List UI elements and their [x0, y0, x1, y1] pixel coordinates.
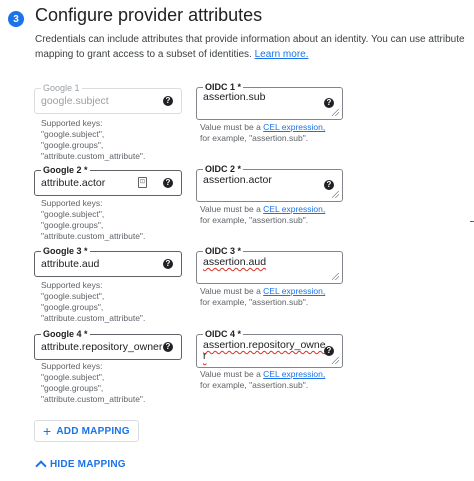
help-icon[interactable]: ?: [324, 180, 334, 190]
google-2-field[interactable]: Google 2 * attribute.actor ⊡ ?: [34, 164, 182, 196]
resize-handle[interactable]: [332, 109, 339, 116]
oidc-4-help: Value must be a CEL expression, for exam…: [200, 369, 360, 391]
oidc-1-help: Value must be a CEL expression, for exam…: [200, 122, 360, 144]
step-number-badge: 3: [8, 11, 24, 27]
key-google-groups: "google.groups",: [41, 383, 104, 393]
oidc-3-field[interactable]: OIDC 3 * assertion.aud: [196, 245, 343, 284]
value-example: for example, "assertion.sub".: [200, 133, 309, 143]
key-custom-attribute: "attribute.custom_attribute".: [41, 394, 146, 404]
resize-handle[interactable]: [332, 191, 339, 198]
supported-keys-label: Supported keys:: [41, 198, 103, 208]
oidc-4-value-line1: assertion.repository_owne: [203, 339, 326, 351]
help-icon[interactable]: ?: [324, 98, 334, 108]
key-google-subject: "google.subject",: [41, 209, 105, 219]
google-4-field[interactable]: Google 4 * attribute.repository_owner ?: [34, 328, 182, 360]
add-mapping-label: ADD MAPPING: [56, 425, 130, 437]
hide-mapping-label: HIDE MAPPING: [50, 458, 126, 470]
google-3-label: Google 3 *: [41, 245, 90, 257]
oidc-4-field[interactable]: OIDC 4 * assertion.repository_owne r ?: [196, 328, 343, 368]
resize-handle[interactable]: [332, 273, 339, 280]
value-example: for example, "assertion.sub".: [200, 380, 309, 390]
google-3-help: Supported keys: "google.subject", "googl…: [41, 280, 181, 324]
oidc-3-help: Value must be a CEL expression, for exam…: [200, 286, 360, 308]
resize-handle[interactable]: [332, 357, 339, 364]
google-4-label: Google 4 *: [41, 328, 90, 340]
supported-keys-label: Supported keys:: [41, 361, 103, 371]
value-prefix: Value must be a: [200, 369, 261, 379]
help-icon[interactable]: ?: [163, 342, 173, 352]
value-example: for example, "assertion.sub".: [200, 215, 309, 225]
key-google-subject: "google.subject",: [41, 372, 105, 382]
google-1-help: Supported keys: "google.subject", "googl…: [41, 118, 181, 162]
supported-keys-label: Supported keys:: [41, 118, 103, 128]
key-icon: ⊡: [138, 177, 147, 188]
google-4-value: attribute.repository_owner: [41, 341, 163, 353]
google-3-field[interactable]: Google 3 * attribute.aud ?: [34, 245, 182, 277]
plus-icon: +: [43, 423, 52, 439]
oidc-4-value-line2: r: [203, 350, 207, 362]
description-text: Credentials can include attributes that …: [35, 34, 465, 60]
cel-expression-link[interactable]: CEL expression,: [263, 369, 325, 379]
learn-more-link[interactable]: Learn more.: [255, 49, 309, 60]
chevron-up-icon: [35, 460, 47, 472]
value-prefix: Value must be a: [200, 204, 261, 214]
key-custom-attribute: "attribute.custom_attribute".: [41, 151, 146, 161]
cel-expression-link[interactable]: CEL expression,: [263, 122, 325, 132]
value-example: for example, "assertion.sub".: [200, 297, 309, 307]
help-icon[interactable]: ?: [163, 178, 173, 188]
google-2-value: attribute.actor: [41, 177, 106, 189]
value-prefix: Value must be a: [200, 286, 261, 296]
google-2-label: Google 2 *: [41, 164, 90, 176]
cel-expression-link[interactable]: CEL expression,: [263, 204, 325, 214]
google-2-help: Supported keys: "google.subject", "googl…: [41, 198, 181, 242]
cel-expression-link[interactable]: CEL expression,: [263, 286, 325, 296]
help-icon[interactable]: ?: [324, 346, 334, 356]
add-mapping-button[interactable]: + ADD MAPPING: [34, 420, 139, 442]
google-1-field[interactable]: Google 1 google.subject ?: [34, 82, 182, 114]
key-google-subject: "google.subject",: [41, 129, 105, 139]
oidc-2-value: assertion.actor: [203, 174, 272, 186]
oidc-1-value: assertion.sub: [203, 91, 266, 103]
key-google-subject: "google.subject",: [41, 291, 105, 301]
key-google-groups: "google.groups",: [41, 220, 104, 230]
oidc-1-field[interactable]: OIDC 1 * assertion.sub ?: [196, 81, 343, 120]
section-title: Configure provider attributes: [35, 5, 263, 25]
key-custom-attribute: "attribute.custom_attribute".: [41, 313, 146, 323]
key-google-groups: "google.groups",: [41, 140, 104, 150]
help-icon[interactable]: ?: [163, 259, 173, 269]
google-4-help: Supported keys: "google.subject", "googl…: [41, 361, 181, 405]
google-3-value: attribute.aud: [41, 258, 100, 270]
oidc-3-value: assertion.aud: [203, 256, 267, 268]
google-1-label: Google 1: [41, 82, 82, 94]
help-icon[interactable]: ?: [163, 96, 173, 106]
key-custom-attribute: "attribute.custom_attribute".: [41, 231, 146, 241]
section-description: Credentials can include attributes that …: [35, 32, 465, 62]
oidc-2-field[interactable]: OIDC 2 * assertion.actor ?: [196, 163, 343, 202]
google-1-value: google.subject: [41, 95, 109, 107]
supported-keys-label: Supported keys:: [41, 280, 103, 290]
value-prefix: Value must be a: [200, 122, 261, 132]
key-google-groups: "google.groups",: [41, 302, 104, 312]
oidc-2-help: Value must be a CEL expression, for exam…: [200, 204, 360, 226]
hide-mapping-button[interactable]: HIDE MAPPING: [35, 458, 126, 472]
red-marker: [470, 221, 474, 222]
